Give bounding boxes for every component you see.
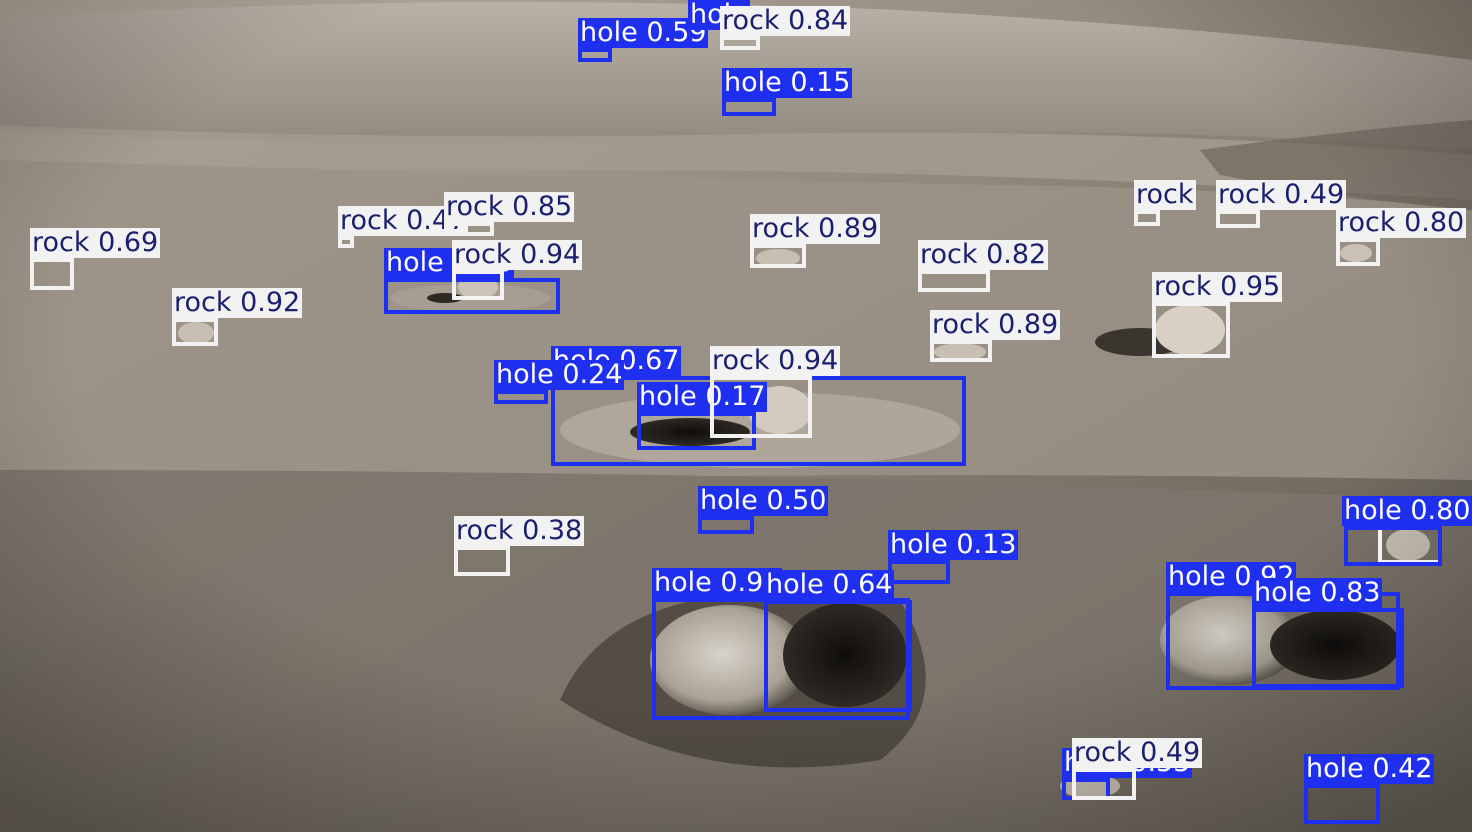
rock-detection-box xyxy=(30,258,74,290)
rock-detection-box xyxy=(720,36,760,50)
hole-detection-label: hole 0.15 xyxy=(722,67,853,98)
hole-detection-box xyxy=(1252,608,1404,688)
hole-detection-box xyxy=(578,48,612,62)
hole-detection-label: hole 0.83 xyxy=(1252,577,1383,608)
rock-detection-label: rock 0.80 xyxy=(1336,207,1467,238)
hole-detection-box xyxy=(1304,784,1380,824)
rock-detection-box xyxy=(710,376,812,438)
detection-scene: hole 0.55rock 0.49hole 0.42hole 0.91hole… xyxy=(0,0,1472,832)
hole-detection-box xyxy=(698,516,754,534)
rock-detection-box xyxy=(172,318,218,346)
hole-detection-box xyxy=(764,600,912,712)
rock-detection-label: rock 0.89 xyxy=(930,309,1061,340)
rock-detection-label: rock 0.49 xyxy=(1216,179,1347,210)
rock-detection-box xyxy=(454,546,510,576)
rock-detection-box xyxy=(1072,768,1136,800)
rock-detection-label: rock 0.84 xyxy=(720,5,851,36)
rock-detection-box xyxy=(750,244,806,268)
hole-detection-label: hole 0.13 xyxy=(888,529,1019,560)
rock-detection-box xyxy=(1216,210,1260,228)
rock-detection-box xyxy=(444,222,494,236)
hole-detection-box xyxy=(888,560,950,584)
rock-detection-label: rock 0.82 xyxy=(918,239,1049,270)
rock-detection-label: rock 0.69 xyxy=(30,227,161,258)
hole-detection-box xyxy=(1344,526,1442,566)
rock-detection-label: rock 0.89 xyxy=(750,213,881,244)
rock-detection-box xyxy=(918,270,990,292)
rock-detection-box xyxy=(452,270,504,300)
rock-detection-label: rock xyxy=(1134,179,1196,210)
rock-detection-box xyxy=(930,340,992,362)
rock-detection-label: rock 0.94 xyxy=(710,345,841,376)
rock-detection-label: rock 0.95 xyxy=(1152,271,1283,302)
rock-detection-label: rock 0.38 xyxy=(454,515,585,546)
hole-detection-label: hole 0.42 xyxy=(1304,753,1435,784)
hole-detection-label: hole 0.91 xyxy=(652,567,783,598)
hole-detection-label: hole 0.64 xyxy=(764,569,895,600)
hole-detection-label: hole 0.80 xyxy=(1342,495,1472,526)
rock-detection-label: rock 0.85 xyxy=(444,191,575,222)
rock-detection-box xyxy=(1134,210,1160,226)
rock-detection-label: rock 0.92 xyxy=(172,287,303,318)
hole-detection-label: hole 0.50 xyxy=(698,485,829,516)
rock-detection-box xyxy=(1336,238,1380,266)
rock-detection-label: rock 0.49 xyxy=(1072,737,1203,768)
hole-detection-label: hole 0.24 xyxy=(494,359,625,390)
rock-detection-label: rock 0.94 xyxy=(452,239,583,270)
rock-detection-box xyxy=(1152,302,1230,358)
hole-detection-box xyxy=(722,98,776,116)
rock-detection-box xyxy=(338,236,354,248)
hole-detection-box xyxy=(494,390,548,404)
